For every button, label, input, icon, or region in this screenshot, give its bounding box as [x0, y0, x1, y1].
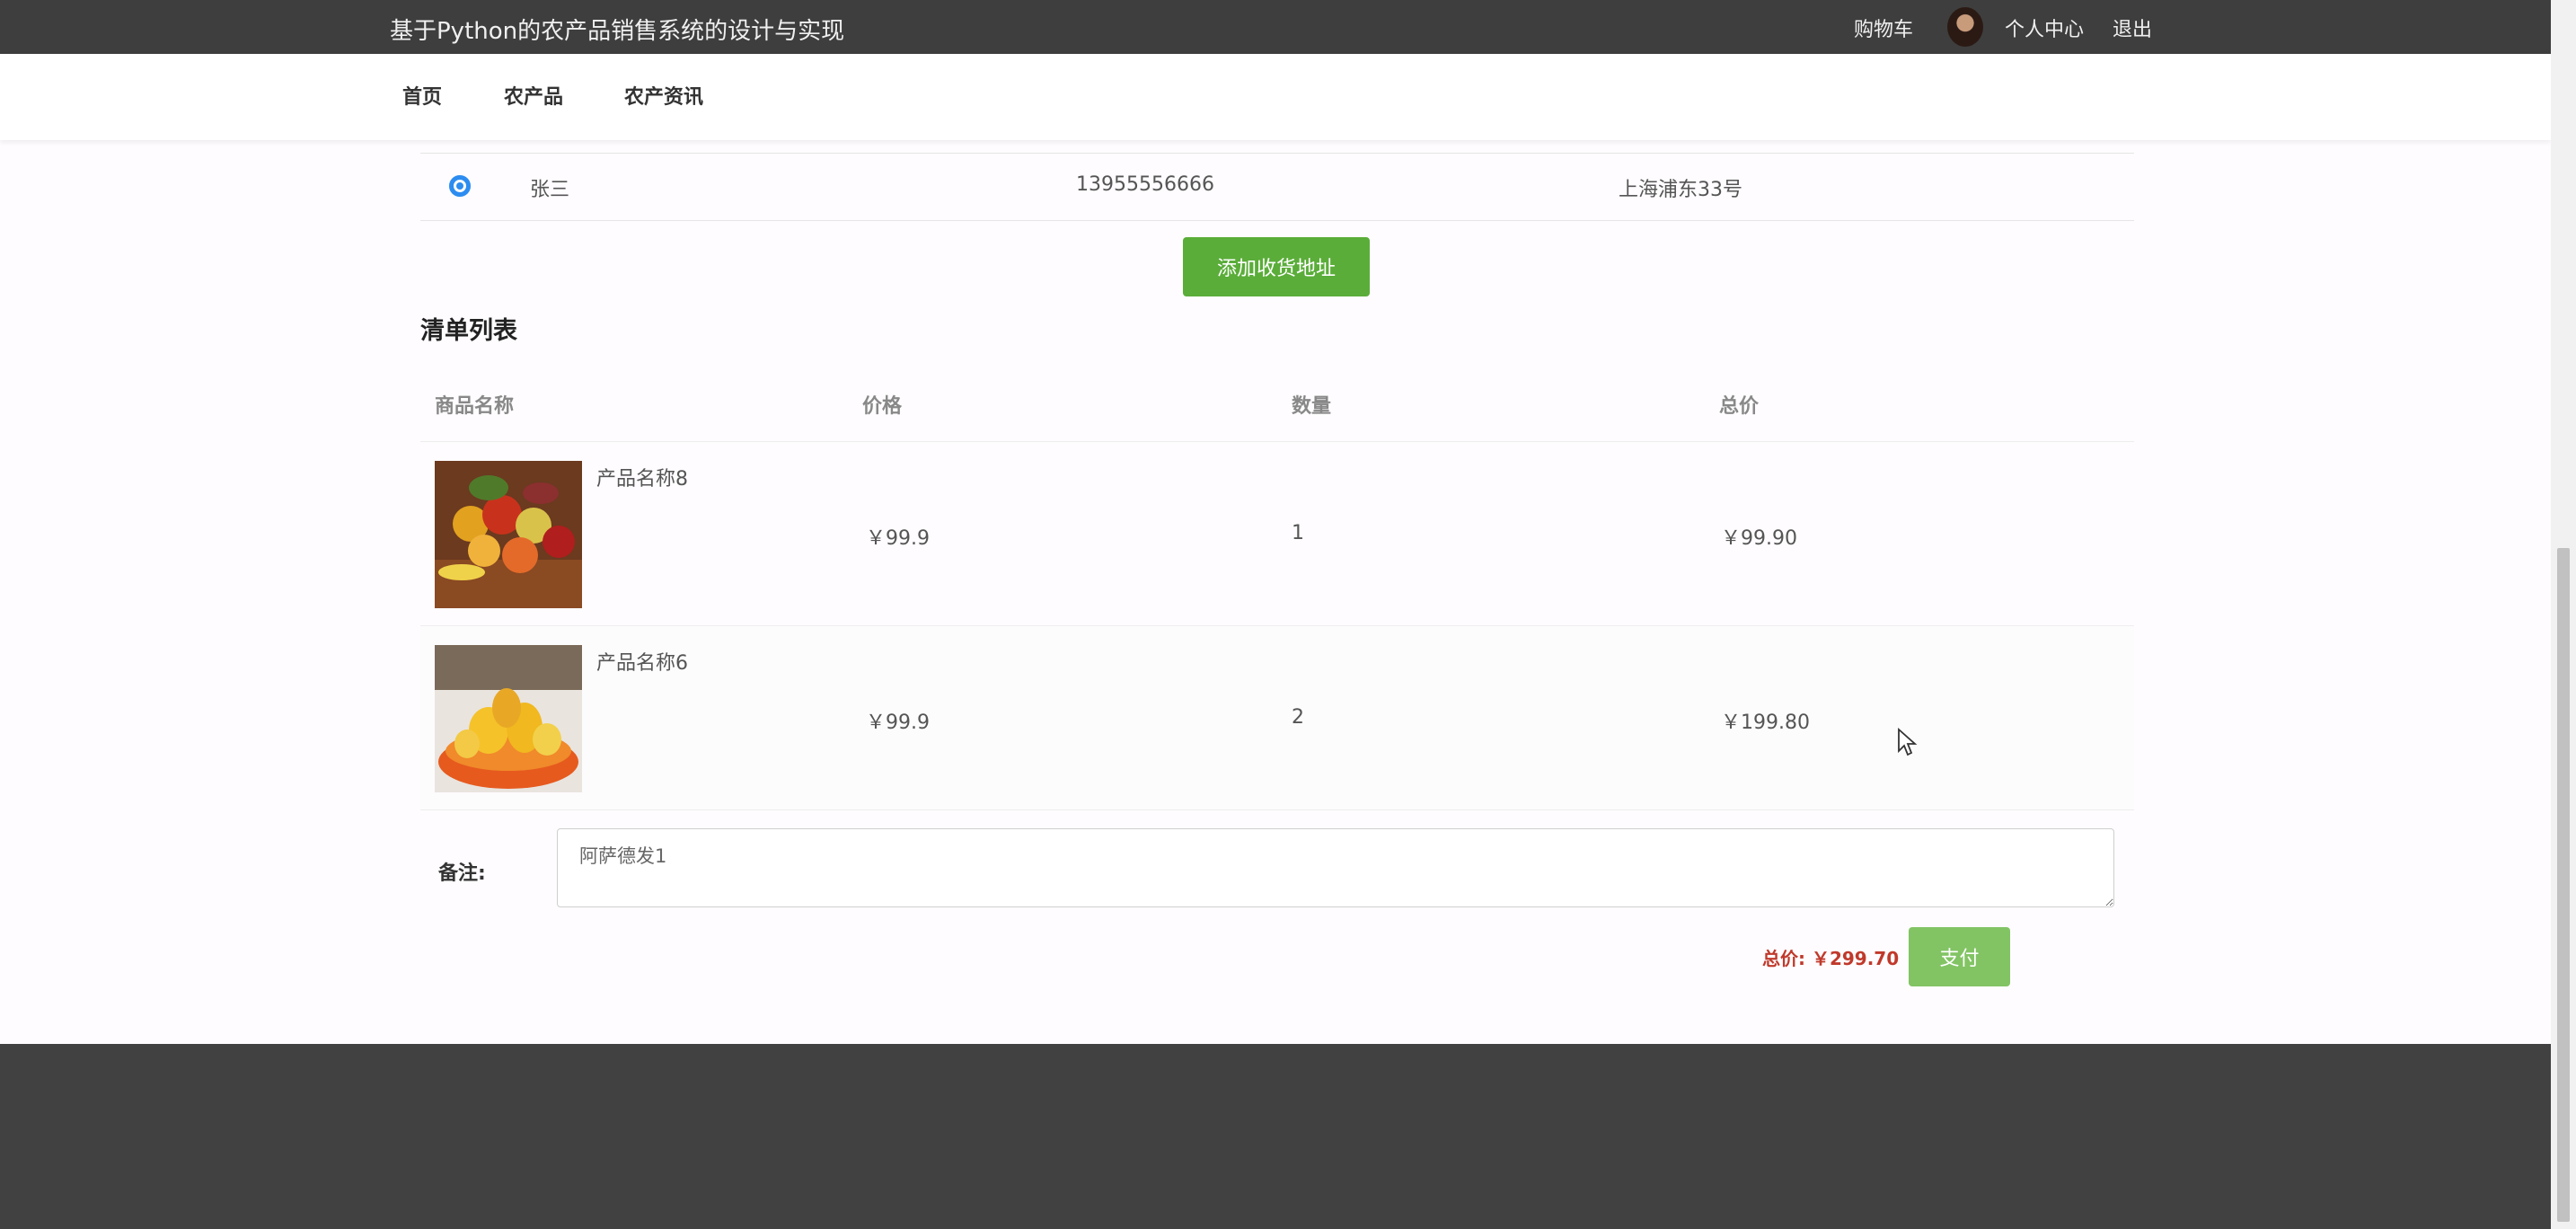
top-bar: 基于Python的农产品销售系统的设计与实现 购物车 个人中心 退出: [0, 0, 2551, 54]
address-phone: 13955556666: [1076, 173, 1214, 196]
product-name[interactable]: 产品名称6: [596, 647, 688, 676]
nav-item-news[interactable]: 农产资讯: [624, 81, 703, 110]
footer: [0, 1044, 2551, 1229]
site-title: 基于Python的农产品销售系统的设计与实现: [390, 18, 845, 45]
address-text: 上海浦东33号: [1619, 179, 1742, 201]
nav-item-home[interactable]: 首页: [402, 81, 442, 110]
col-header-name: 商品名称: [435, 395, 515, 418]
table-row: 产品名称6 ￥99.9 2 ￥199.80: [420, 627, 2134, 810]
col-header-price: 价格: [862, 395, 903, 418]
total-price: 总价: ￥299.70: [1762, 948, 1900, 969]
add-address-button[interactable]: 添加收货地址: [1183, 237, 1370, 296]
mouse-cursor-icon: [1898, 728, 1918, 756]
cart-link[interactable]: 购物车: [1854, 13, 1913, 42]
main-nav: 首页 农产品 农产资讯: [0, 54, 2551, 140]
list-title: 清单列表: [420, 317, 517, 345]
product-total: ￥199.80: [1721, 712, 1810, 734]
product-image[interactable]: [435, 645, 582, 792]
nav-item-products[interactable]: 农产品: [504, 81, 563, 110]
product-name[interactable]: 产品名称8: [596, 463, 688, 491]
address-name: 张三: [530, 179, 570, 201]
remark-input[interactable]: 阿萨德发1: [557, 828, 2114, 907]
product-total: ￥99.90: [1721, 527, 1797, 550]
profile-link[interactable]: 个人中心: [2005, 13, 2084, 42]
product-price: ￥99.9: [866, 712, 930, 734]
scrollbar-thumb[interactable]: [2557, 548, 2570, 1222]
product-qty: 1: [1292, 522, 1304, 544]
logout-link[interactable]: 退出: [2113, 13, 2152, 42]
address-row[interactable]: 张三 13955556666 上海浦东33号: [420, 153, 2134, 221]
table-row: 产品名称8 ￥99.9 1 ￥99.90: [420, 443, 2134, 626]
product-image[interactable]: [435, 461, 582, 608]
col-header-total: 总价: [1719, 395, 1760, 418]
address-radio[interactable]: [449, 175, 471, 197]
table-header: 商品名称 价格 数量 总价: [420, 386, 2134, 442]
product-qty: 2: [1292, 706, 1304, 729]
product-price: ￥99.9: [866, 527, 930, 550]
col-header-qty: 数量: [1292, 395, 1332, 418]
avatar[interactable]: [1947, 7, 1983, 47]
pay-button[interactable]: 支付: [1909, 927, 2010, 986]
remark-label: 备注:: [438, 862, 486, 885]
